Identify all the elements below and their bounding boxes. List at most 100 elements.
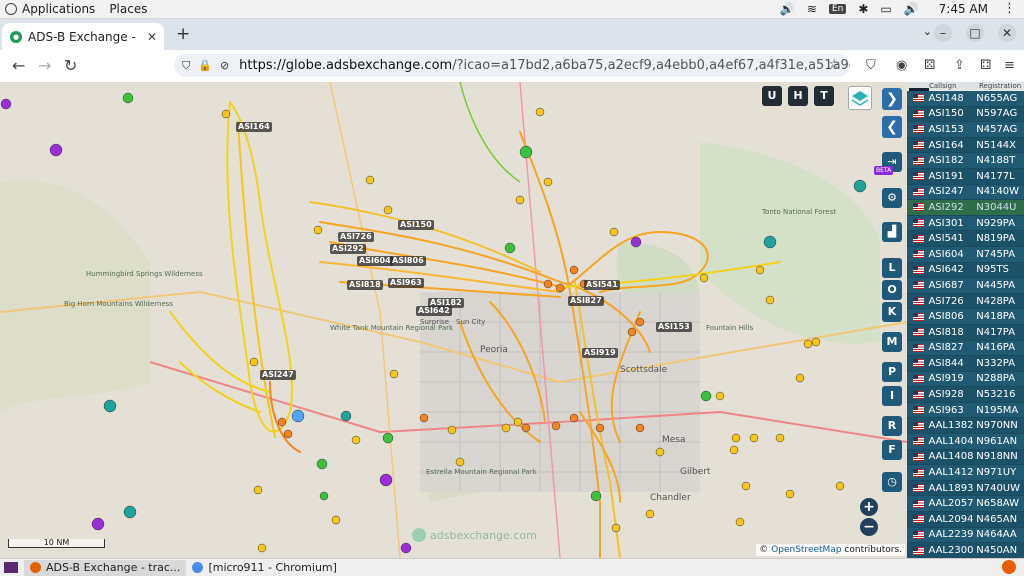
callsign-label[interactable]: ASI827	[568, 296, 604, 306]
applications-menu[interactable]: Applications	[22, 2, 95, 16]
table-row[interactable]: ASI687 N445PA	[907, 278, 1024, 294]
pocket-icon[interactable]: ⛉	[866, 58, 876, 73]
map-button-p[interactable]: P	[882, 362, 902, 382]
table-row[interactable]: ASI541 N819PA	[907, 231, 1024, 247]
table-row[interactable]: ASI818 N417PA	[907, 324, 1024, 341]
extensions-icon[interactable]: ⚄	[924, 58, 935, 73]
table-row[interactable]: AAL1412 N971UY	[907, 465, 1024, 481]
tracking-icon[interactable]: ⊘	[220, 59, 229, 73]
battery-icon[interactable]: ▭	[880, 2, 891, 16]
callsign-label[interactable]: ASI164	[236, 122, 272, 132]
callsign-label[interactable]: ASI818	[347, 280, 383, 290]
tab-adsb[interactable]: ● ADS-B Exchange - track a ✕	[2, 23, 164, 50]
table-row[interactable]: AAL1382 N970NN	[907, 418, 1024, 435]
callsign-label[interactable]: ASI153	[656, 322, 692, 332]
firefox-tray-icon[interactable]	[1002, 560, 1016, 574]
table-row[interactable]: ASI919 N288PA	[907, 371, 1024, 388]
back-icon[interactable]: ←	[12, 56, 25, 75]
minimize-icon[interactable]: –	[934, 24, 952, 42]
table-row[interactable]: ASI844 N332PA	[907, 356, 1024, 372]
table-row[interactable]: ASI164 N5144X	[907, 137, 1024, 154]
site-info-icon[interactable]: ⛉	[182, 59, 190, 73]
callsign-label[interactable]: ASI541	[584, 280, 620, 290]
bluetooth-icon[interactable]: ✱	[858, 2, 868, 16]
expand-panel-icon[interactable]: ❯	[882, 88, 902, 110]
osm-link[interactable]: OpenStreetMap	[771, 545, 841, 555]
taskbar-item-firefox[interactable]: ADS-B Exchange - trac...	[24, 559, 187, 576]
account-icon[interactable]: ◉	[896, 58, 907, 73]
callsign-label[interactable]: ASI247	[260, 370, 296, 380]
lock-icon[interactable]: 🔒	[198, 59, 212, 73]
map-button-r[interactable]: R	[882, 416, 902, 436]
places-menu[interactable]: Places	[109, 2, 147, 16]
callsign-column-header[interactable]: Callsign	[929, 82, 979, 90]
keyboard-layout[interactable]: En	[828, 4, 847, 14]
map-button-l[interactable]: L	[882, 258, 902, 278]
wifi-icon[interactable]: ≋	[807, 2, 817, 16]
map-view[interactable]: Tonto National Forest Peoria Sun City Su…	[0, 82, 907, 558]
map-button-o[interactable]: O	[882, 280, 902, 300]
table-row[interactable]: AAL1404 N961AN	[907, 434, 1024, 450]
zoom-out-button[interactable]: −	[860, 518, 878, 536]
table-row[interactable]: AAL2239 N464AA	[907, 527, 1024, 544]
table-row[interactable]: ASI191 N4177L	[907, 168, 1024, 185]
table-row[interactable]: ASI247 N4140W	[907, 184, 1024, 201]
table-row[interactable]: ASI604 N745PA	[907, 246, 1024, 263]
map-button-f[interactable]: F	[882, 440, 902, 460]
table-row[interactable]: ASI301 N929PA	[907, 215, 1024, 232]
callsign-label[interactable]: ASI642	[416, 306, 452, 316]
table-row[interactable]: AAL2057 N658AW	[907, 496, 1024, 513]
taskbar-item-chromium[interactable]: [micro911 - Chromium]	[186, 560, 343, 576]
replay-icon[interactable]: ◷	[882, 472, 902, 492]
table-row[interactable]: ASI928 N53216	[907, 387, 1024, 403]
maximize-icon[interactable]: □	[966, 24, 984, 42]
table-row[interactable]: ASI726 N428PA	[907, 293, 1024, 310]
browser-menu-icon[interactable]: ≡	[1004, 58, 1015, 73]
callsign-label[interactable]: ASI292	[330, 244, 366, 254]
volume-icon[interactable]: 🔊	[780, 2, 795, 16]
table-row[interactable]: AAL1408 N918NN	[907, 449, 1024, 466]
reload-icon[interactable]: ↻	[64, 56, 77, 75]
table-row[interactable]: ASI806 N418PA	[907, 309, 1024, 325]
system-menu-icon[interactable]: ⋮	[1003, 1, 1016, 16]
callsign-label[interactable]: ASI919	[582, 348, 618, 358]
new-tab-button[interactable]: +	[176, 24, 190, 44]
map-button-k[interactable]: K	[882, 302, 902, 322]
forward-icon[interactable]: →	[38, 56, 51, 75]
callsign-label[interactable]: ASI604	[357, 256, 393, 266]
map-button-m[interactable]: M	[882, 332, 902, 352]
tab-search-icon[interactable]: ⌄	[923, 25, 932, 38]
layers-button[interactable]	[848, 86, 872, 110]
map-button-u[interactable]: U	[762, 86, 782, 106]
map-button-i[interactable]: I	[882, 386, 902, 406]
settings-gear-icon[interactable]: ⚙	[882, 188, 902, 208]
table-row[interactable]: AAL2300 N450AN	[907, 543, 1024, 558]
clock[interactable]: 7:45 AM	[939, 2, 988, 16]
close-tab-icon[interactable]: ✕	[147, 30, 157, 44]
table-row[interactable]: ASI153 N457AG	[907, 122, 1024, 138]
close-window-icon[interactable]: ✕	[998, 24, 1016, 42]
map-button-t[interactable]: T	[814, 86, 834, 106]
table-row[interactable]: ASI642 N95TS	[907, 262, 1024, 279]
registration-column-header[interactable]: Registration	[979, 82, 1021, 90]
table-row[interactable]: ASI182 N4188T	[907, 153, 1024, 169]
table-row[interactable]: ASI292 N3044U	[907, 200, 1024, 216]
table-row[interactable]: AAL1893 N740UW	[907, 480, 1024, 497]
zoom-in-button[interactable]: +	[860, 498, 878, 516]
volume2-icon[interactable]: 🔊	[904, 2, 919, 16]
show-desktop-icon[interactable]	[4, 562, 18, 573]
address-bar[interactable]: ⛉ 🔒 ⊘ https://globe.adsbexchange.com/?ic…	[174, 54, 850, 77]
table-row[interactable]: ASI150 N597AG	[907, 106, 1024, 123]
share-icon[interactable]: ⇪	[954, 58, 965, 73]
callsign-label[interactable]: ASI806	[390, 256, 426, 266]
table-row[interactable]: AAL2094 N465AN	[907, 512, 1024, 528]
collapse-panel-icon[interactable]: ❮	[882, 116, 902, 138]
extension-puzzle-icon[interactable]: ⚃	[980, 58, 991, 73]
table-row[interactable]: ASI827 N416PA	[907, 340, 1024, 357]
callsign-label[interactable]: ASI963	[388, 278, 424, 288]
table-row[interactable]: ASI148 N655AG	[907, 91, 1024, 107]
map-button-h[interactable]: H	[788, 86, 808, 106]
callsign-label[interactable]: ASI150	[398, 220, 434, 230]
callsign-label[interactable]: ASI726	[338, 232, 374, 242]
bookmark-star-icon[interactable]: ☆	[828, 57, 840, 72]
